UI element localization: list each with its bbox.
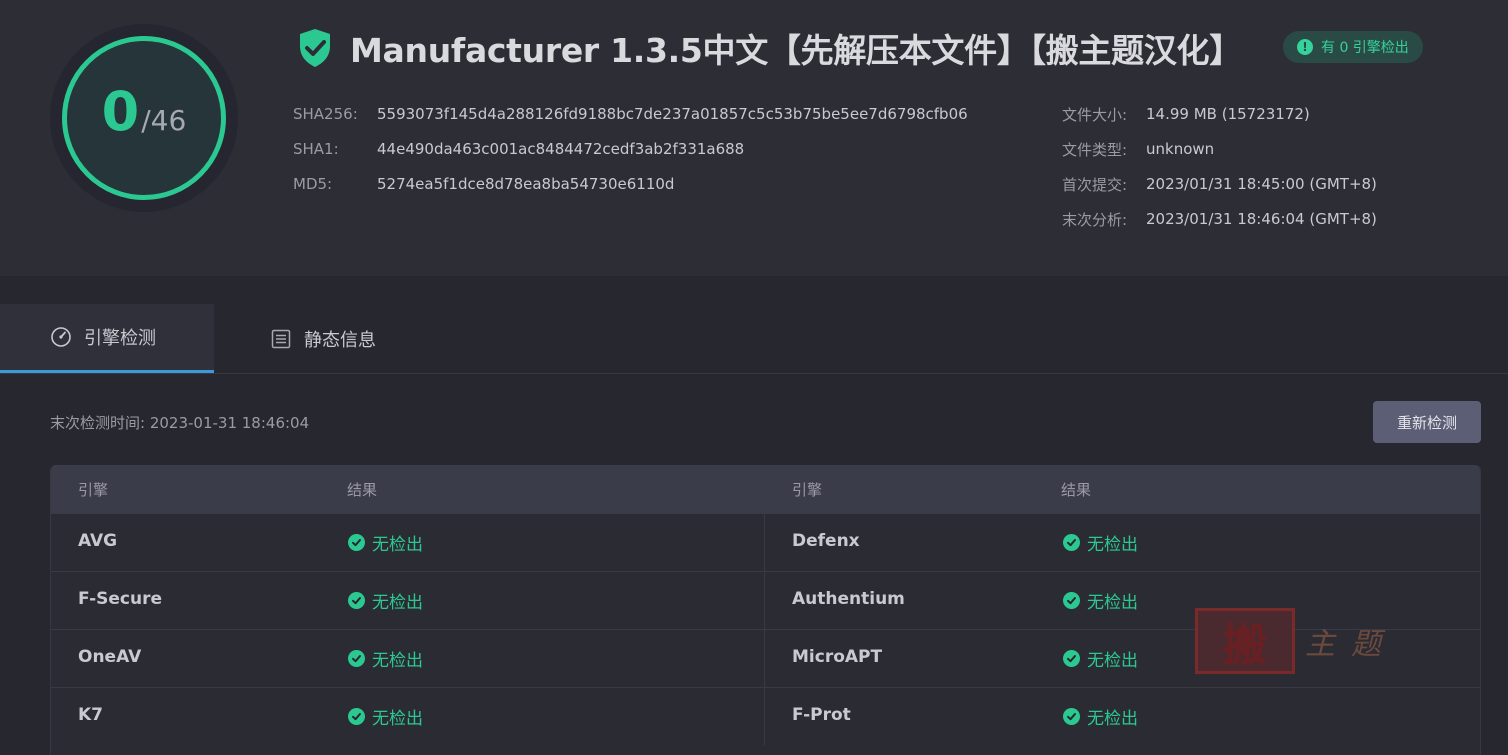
- check-circle-icon: [1063, 534, 1080, 551]
- tab-label: 静态信息: [304, 329, 376, 351]
- detection-score-ring: 0 /46: [62, 36, 226, 200]
- engine-result: 无检出: [348, 530, 423, 555]
- column-header-result: 结果: [1061, 481, 1092, 499]
- check-circle-icon: [348, 534, 365, 551]
- hash-row-sha256: SHA256: 5593073f145d4a288126fd9188bc7de2…: [293, 102, 968, 126]
- info-row-file-type: 文件类型: unknown: [1062, 137, 1214, 161]
- engine-name: AVG: [78, 531, 118, 551]
- hash-row-sha1: SHA1: 44e490da463c001ac8484472cedf3ab2f3…: [293, 137, 744, 161]
- engine-name: OneAV: [78, 647, 142, 667]
- file-summary-header: 0 /46 Manufacturer 1.3.5中文【先解压本文件】【搬主题汉化…: [0, 0, 1508, 276]
- hash-row-md5: MD5: 5274ea5f1dce8d78ea8ba54730e6110d: [293, 172, 674, 196]
- engine-name: F-Secure: [78, 589, 163, 609]
- watermark-seal: 搬: [1195, 608, 1295, 674]
- result-label: 无检出: [1087, 709, 1138, 729]
- column-header-engine: 引擎: [792, 481, 823, 499]
- result-label: 无检出: [1087, 593, 1138, 613]
- check-circle-icon: [1063, 592, 1080, 609]
- engine-name: Defenx: [792, 531, 860, 551]
- info-value: 2023/01/31 18:46:04 (GMT+8): [1146, 210, 1377, 228]
- table-row: AVG 无检出 Defenx 无检出: [51, 513, 1480, 571]
- engine-result: 无检出: [1063, 704, 1138, 729]
- engine-name: F-Prot: [792, 705, 851, 725]
- last-scan-time: 末次检测时间: 2023-01-31 18:46:04: [50, 413, 310, 432]
- result-label: 无检出: [372, 535, 423, 555]
- file-title: Manufacturer 1.3.5中文【先解压本文件】【搬主题汉化】: [350, 31, 1242, 70]
- info-row-first-submitted: 首次提交: 2023/01/31 18:45:00 (GMT+8): [1062, 172, 1377, 196]
- engine-total: /46: [141, 104, 187, 137]
- column-header-engine: 引擎: [78, 481, 109, 499]
- info-label: 文件大小:: [1062, 105, 1128, 124]
- column-divider: [764, 572, 765, 629]
- check-circle-icon: [348, 592, 365, 609]
- info-value: unknown: [1146, 140, 1215, 158]
- list-document-icon: [271, 329, 291, 348]
- column-divider: [764, 688, 765, 745]
- watermark-text: 主题: [1305, 627, 1397, 662]
- engine-result: 无检出: [1063, 588, 1138, 613]
- info-row-file-size: 文件大小: 14.99 MB (15723172): [1062, 102, 1310, 126]
- hash-label: MD5:: [293, 175, 333, 193]
- detection-badge-label: 有 0 引擎检出: [1321, 40, 1409, 56]
- alert-icon: !: [1297, 39, 1313, 55]
- detection-badge: ! 有 0 引擎检出: [1283, 31, 1423, 63]
- engine-result: 无检出: [1063, 530, 1138, 555]
- result-label: 无检出: [1087, 651, 1138, 671]
- result-label: 无检出: [372, 651, 423, 671]
- info-label: 末次分析:: [1062, 210, 1128, 229]
- check-circle-icon: [348, 708, 365, 725]
- site-watermark: 搬 主题: [1195, 607, 1425, 675]
- engine-result: 无检出: [348, 588, 423, 613]
- engine-result: 无检出: [348, 704, 423, 729]
- shield-check-icon: [300, 29, 330, 67]
- result-label: 无检出: [1087, 535, 1138, 555]
- tab-static-info[interactable]: 静态信息: [270, 304, 376, 373]
- engine-name: Authentium: [792, 589, 905, 609]
- hash-value[interactable]: 44e490da463c001ac8484472cedf3ab2f331a688: [377, 140, 744, 158]
- check-circle-icon: [1063, 708, 1080, 725]
- info-row-last-analyzed: 末次分析: 2023/01/31 18:46:04 (GMT+8): [1062, 207, 1377, 231]
- check-circle-icon: [1063, 650, 1080, 667]
- result-label: 无检出: [372, 709, 423, 729]
- info-value: 2023/01/31 18:45:00 (GMT+8): [1146, 175, 1377, 193]
- tab-engine-detection[interactable]: 引擎检测: [0, 304, 214, 373]
- table-row: K7 无检出 F-Prot 无检出: [51, 687, 1480, 745]
- table-header: 引擎 结果 引擎 结果: [51, 465, 1480, 513]
- detected-count: 0: [101, 80, 140, 143]
- hash-value[interactable]: 5593073f145d4a288126fd9188bc7de237a01857…: [377, 105, 968, 123]
- hash-value[interactable]: 5274ea5f1dce8d78ea8ba54730e6110d: [377, 175, 674, 193]
- engine-name: MicroAPT: [792, 647, 883, 667]
- gauge-icon: [51, 327, 71, 347]
- info-label: 文件类型:: [1062, 140, 1128, 159]
- info-value: 14.99 MB (15723172): [1146, 105, 1310, 123]
- title-row: Manufacturer 1.3.5中文【先解压本文件】【搬主题汉化】: [298, 26, 1250, 70]
- result-label: 无检出: [372, 593, 423, 613]
- column-header-result: 结果: [347, 481, 378, 499]
- engine-result: 无检出: [348, 646, 423, 671]
- info-label: 首次提交:: [1062, 175, 1128, 194]
- hash-label: SHA256:: [293, 105, 358, 123]
- column-divider: [764, 514, 765, 571]
- tab-bar: 引擎检测 静态信息: [0, 304, 1508, 374]
- engine-name: K7: [78, 705, 104, 725]
- tab-label: 引擎检测: [84, 328, 156, 349]
- column-divider: [764, 630, 765, 687]
- hash-label: SHA1:: [293, 140, 339, 158]
- engine-result: 无检出: [1063, 646, 1138, 671]
- rescan-button[interactable]: 重新检测: [1373, 401, 1481, 443]
- check-circle-icon: [348, 650, 365, 667]
